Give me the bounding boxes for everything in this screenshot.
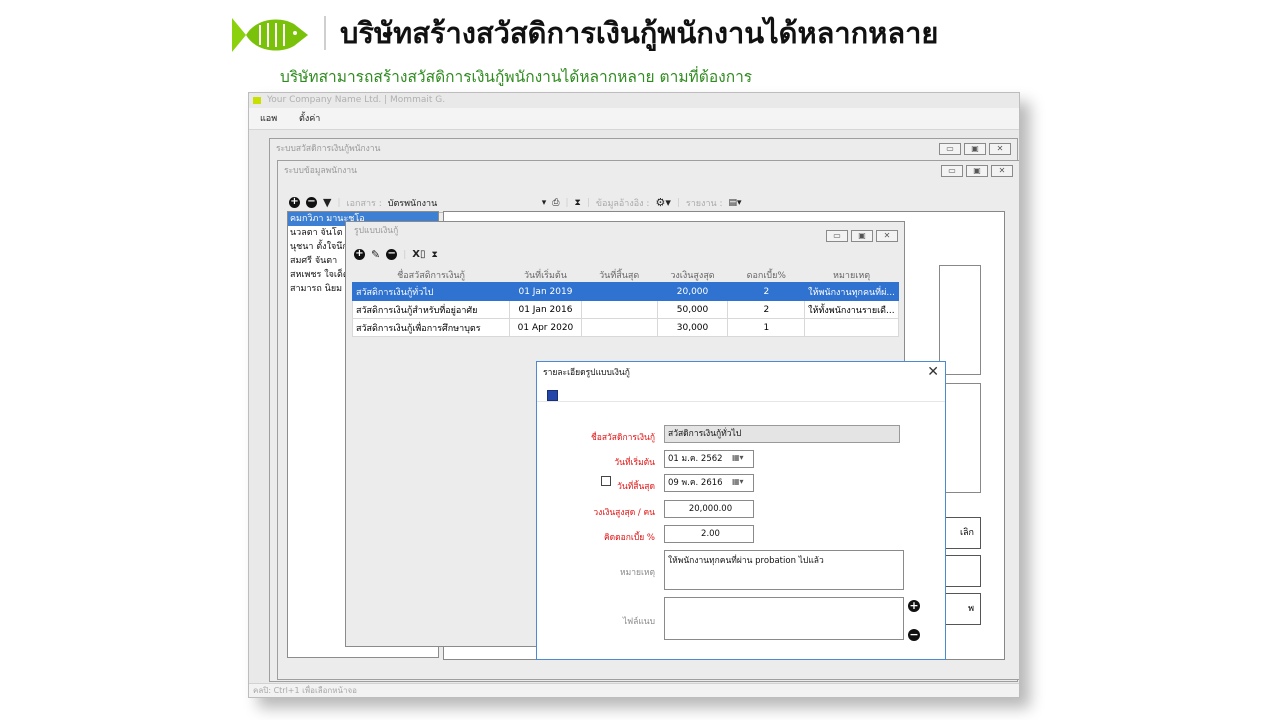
app-screenshot: Your Company Name Ltd. | Mommait G. แอพ … (248, 92, 1020, 698)
table-cell: 01 Jan 2019 (509, 282, 582, 301)
table-cell (804, 318, 899, 337)
menu-item-settings[interactable]: ตั้งค่า (299, 114, 320, 124)
employee-toolbar: + − ▼ | เอกสาร : บัตรพนักงาน ▾ ⎙ | ⧗ | ข… (289, 193, 1005, 213)
maximize-button[interactable]: ▣ (851, 230, 873, 242)
table-cell (580, 300, 658, 319)
interest-label: คิดดอกเบี้ย % (603, 533, 655, 543)
name-label: ชื่อสวัสดิการเงินกู้ (590, 433, 655, 443)
loan-template-grid: ชื่อสวัสดิการเงินกู้ วันที่เริ่มต้น วันท… (351, 268, 899, 337)
excel-icon[interactable]: X▯ (412, 249, 425, 260)
loan-template-title: รูปแบบเงินกู้ (354, 226, 399, 236)
fish-logo-icon (232, 18, 308, 52)
minimize-button[interactable]: ▭ (941, 165, 963, 177)
employee-window-title: ระบบข้อมูลพนักงาน (284, 166, 357, 176)
dropdown-arrow-icon[interactable]: ▾ (542, 198, 547, 208)
app-title-text: Your Company Name Ltd. | Mommait G. (267, 95, 446, 105)
table-cell: 2 (727, 300, 806, 319)
column-header[interactable]: หมายเหตุ (805, 268, 899, 283)
save-icon[interactable] (547, 390, 558, 401)
remove-icon[interactable]: − (306, 197, 317, 208)
column-header[interactable]: วันที่สิ้นสุด (581, 268, 657, 283)
doc-label: เอกสาร : (346, 198, 382, 209)
header-divider (324, 16, 326, 50)
template-toolbar: + ✎ − | X▯ ⧗ (354, 248, 438, 261)
end-date-checkbox[interactable] (601, 476, 611, 486)
column-header[interactable]: ดอกเบี้ย% (728, 268, 805, 283)
table-cell: 2 (727, 282, 806, 301)
grid-header-row: ชื่อสวัสดิการเงินกู้ วันที่เริ่มต้น วันท… (353, 268, 899, 283)
table-cell: 1 (727, 318, 806, 337)
status-bar: คลปิ: Ctrl+1 เพื่อเลือกหน้าจอ (249, 683, 1019, 697)
table-cell: สวัสดิการเงินกู้ทั่วไป (351, 282, 511, 301)
table-cell: 01 Apr 2020 (509, 318, 582, 337)
note-textarea[interactable]: ให้พนักงานทุกคนที่ผ่าน probation ไปแล้ว (664, 550, 904, 590)
dialog-toolbar (537, 384, 945, 402)
table-row[interactable]: สวัสดิการเงินกู้ทั่วไป 01 Jan 2019 20,00… (351, 282, 899, 301)
close-icon[interactable]: ✕ (927, 365, 939, 379)
end-date-label: วันที่สิ้นสุด (617, 482, 655, 492)
table-cell (580, 318, 658, 337)
note-label: หมายเหตุ (620, 568, 655, 578)
page-title: บริษัทสร้างสวัสดิการเงินกู้พนักงานได้หลา… (340, 16, 939, 50)
ref-label: ข้อมูลอ้างอิง : (595, 198, 650, 209)
column-header[interactable]: วงเงินสูงสุด (657, 268, 728, 283)
table-cell: ให้ทั้งพนักงานรายเดื... (804, 300, 899, 319)
attach-label: ไฟล์แนบ (622, 617, 655, 627)
app-icon (253, 97, 261, 104)
dialog-title: รายละเอียดรูปแบบเงินกู้ (543, 368, 630, 378)
column-header[interactable]: วันที่เริ่มต้น (510, 268, 582, 283)
add-icon[interactable]: + (354, 249, 365, 260)
report-label: รายงาน : (685, 198, 723, 209)
table-row[interactable]: สวัสดิการเงินกู้เพื่อการศึกษาบุตร 01 Apr… (351, 318, 899, 337)
close-button[interactable]: ✕ (989, 143, 1011, 155)
print-icon[interactable]: ⎙ (552, 198, 559, 208)
table-cell (580, 282, 658, 301)
add-icon[interactable]: + (289, 197, 300, 208)
maximize-button[interactable]: ▣ (964, 143, 986, 155)
app-menu-bar: แอพ ตั้งค่า (249, 108, 1019, 130)
gear-icon[interactable]: ⚙▾ (655, 196, 670, 209)
table-cell: ให้พนักงานทุกคนที่ผ่... (804, 282, 899, 301)
column-header[interactable]: ชื่อสวัสดิการเงินกู้ (353, 268, 510, 283)
detail-panel-1 (939, 265, 981, 375)
calendar-icon[interactable]: ▦▾ (732, 453, 744, 462)
table-cell: สวัสดิการเงินกู้เพื่อการศึกษาบุตร (351, 318, 511, 337)
loan-system-title: ระบบสวัสดิการเงินกู้พนักงาน (276, 144, 381, 154)
edit-pencil-icon[interactable]: ✎ (371, 248, 380, 261)
table-cell: 01 Jan 2016 (509, 300, 582, 319)
interest-field[interactable]: 2.00 (664, 525, 754, 543)
minimize-button[interactable]: ▭ (939, 143, 961, 155)
filter-icon[interactable]: ▼ (323, 196, 331, 209)
hourglass-icon[interactable]: ⧗ (431, 250, 437, 260)
remove-icon[interactable]: − (386, 249, 398, 260)
remove-attachment-icon[interactable]: − (908, 629, 920, 641)
page-subtitle: บริษัทสามารถสร้างสวัสดิการเงินกู้พนักงาน… (280, 68, 753, 86)
limit-field[interactable]: 20,000.00 (664, 500, 754, 518)
table-cell: 30,000 (656, 318, 729, 337)
report-icon[interactable]: ▤▾ (729, 198, 742, 208)
doc-select[interactable]: บัตรพนักงาน (388, 196, 536, 210)
close-button[interactable]: ✕ (876, 230, 898, 242)
calendar-icon[interactable]: ▦▾ (732, 477, 744, 486)
start-date-label: วันที่เริ่มต้น (614, 458, 655, 468)
hourglass-icon[interactable]: ⧗ (575, 198, 581, 208)
maximize-button[interactable]: ▣ (966, 165, 988, 177)
menu-item-app[interactable]: แอพ (260, 114, 277, 124)
attach-box[interactable] (664, 597, 904, 640)
table-row[interactable]: สวัสดิการเงินกู้สำหรับที่อยู่อาศัย 01 Ja… (351, 300, 899, 319)
minimize-button[interactable]: ▭ (826, 230, 848, 242)
table-cell: 50,000 (656, 300, 729, 319)
loan-detail-dialog: รายละเอียดรูปแบบเงินกู้ ✕ ชื่อสวัสดิการเ… (536, 361, 946, 660)
table-cell: สวัสดิการเงินกู้สำหรับที่อยู่อาศัย (351, 300, 511, 319)
table-cell: 20,000 (656, 282, 729, 301)
app-title-bar: Your Company Name Ltd. | Mommait G. (249, 93, 1019, 108)
name-field[interactable]: สวัสดิการเงินกู้ทั่วไป (664, 425, 900, 443)
limit-label: วงเงินสูงสุด / คน (593, 508, 655, 518)
add-attachment-icon[interactable]: + (908, 600, 920, 612)
close-button[interactable]: ✕ (991, 165, 1013, 177)
